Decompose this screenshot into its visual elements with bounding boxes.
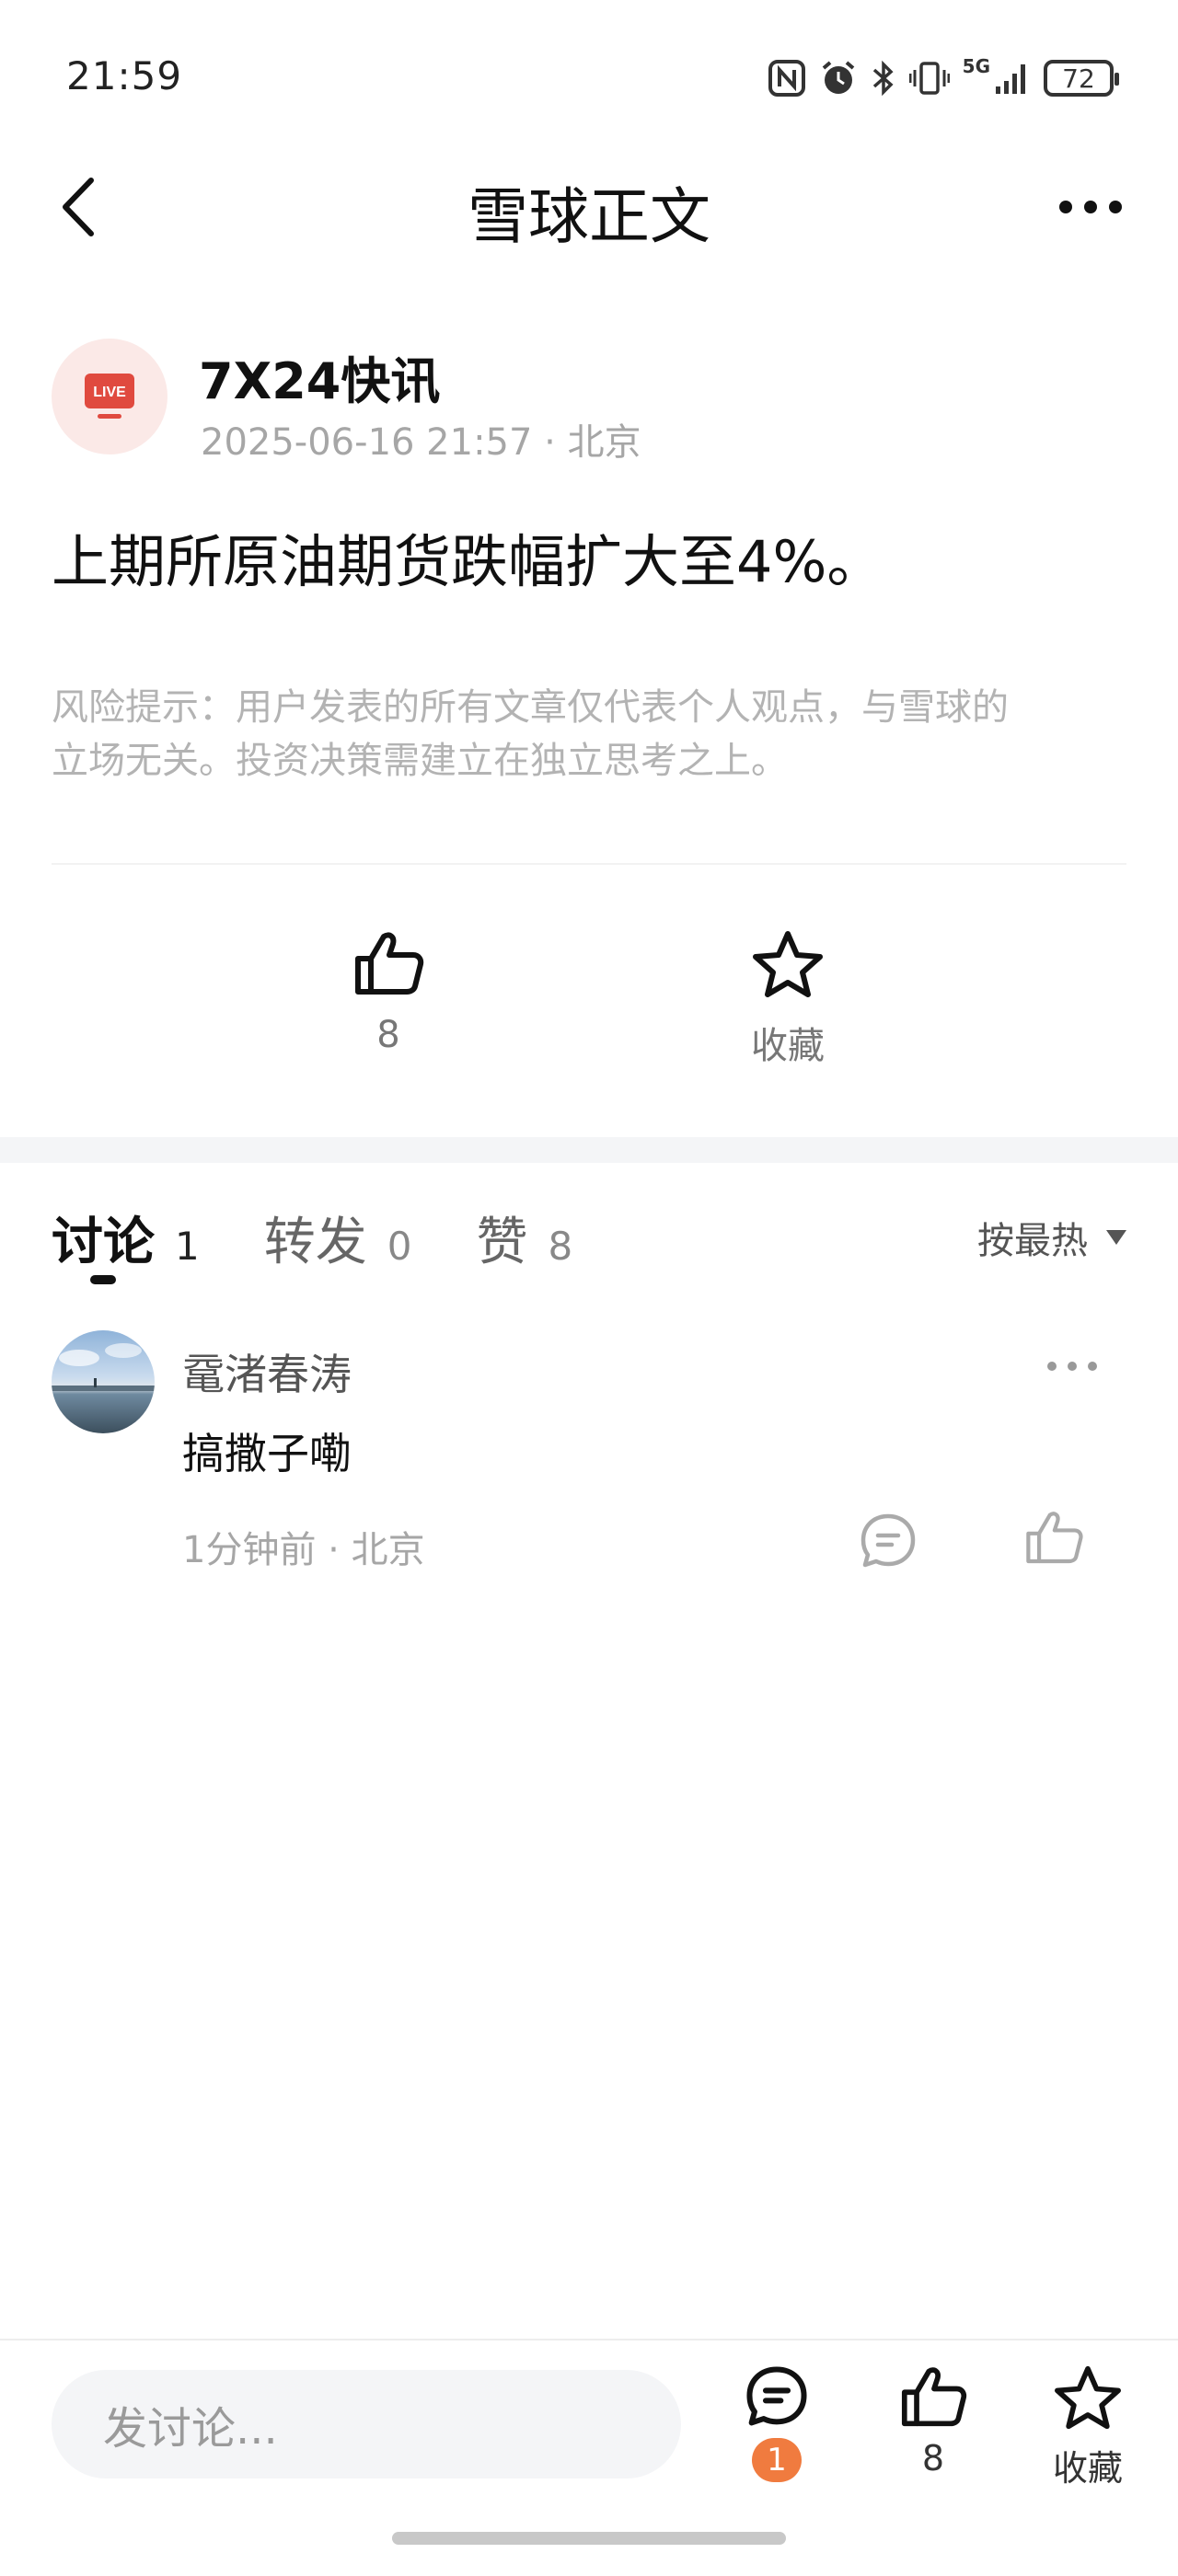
live-tv-icon: LIVE [85, 374, 134, 419]
sort-label: 按最热 [977, 1220, 1088, 1262]
tab-count: 1 [175, 1224, 200, 1269]
nfc-icon [768, 60, 805, 97]
tab-label: 讨论 [52, 1213, 155, 1272]
commenter-name[interactable]: 鼋渚春涛 [182, 1341, 352, 1402]
favorite-label: 收藏 [751, 1025, 825, 1067]
tab-label: 赞 [476, 1213, 528, 1272]
comments-button[interactable]: 1 [722, 2364, 832, 2482]
status-icons: 5G 72 [768, 55, 1119, 101]
tab-likes[interactable]: 赞 8 [476, 1201, 572, 1275]
sort-dropdown[interactable]: 按最热 [977, 1211, 1126, 1264]
section-separator [0, 1137, 1178, 1163]
like-count: 8 [921, 2438, 945, 2478]
comment-text: 搞撒子嘞 [182, 1429, 352, 1478]
favorite-bottom-button[interactable]: 收藏 [1033, 2364, 1143, 2490]
divider [52, 863, 1126, 865]
like-count: 8 [376, 1014, 400, 1056]
alarm-icon [822, 61, 854, 94]
comment-icon [860, 1513, 916, 1568]
more-horizontal-icon [1059, 201, 1122, 213]
thumbs-up-icon [355, 932, 424, 995]
post-datetime: 2025-06-16 21:57 [201, 421, 533, 464]
comment-like-button[interactable] [1022, 1505, 1086, 1570]
reply-button[interactable] [856, 1509, 920, 1573]
vibrate-icon [908, 62, 950, 95]
tab-indicator [90, 1275, 116, 1284]
tab-discussion[interactable]: 讨论 1 [52, 1201, 200, 1275]
bottom-bar-divider [0, 2339, 1178, 2340]
status-time: 21:59 [66, 53, 183, 98]
author-avatar[interactable]: LIVE [52, 339, 167, 454]
thumbs-up-icon [901, 2367, 967, 2427]
discussion-tabs: 讨论 1 转发 0 赞 8 [52, 1201, 637, 1274]
signal-label: 5G [962, 55, 990, 77]
more-horizontal-icon [1047, 1362, 1097, 1371]
triangle-down-icon [1106, 1230, 1126, 1245]
star-icon [753, 931, 823, 997]
discussion-input[interactable]: 发讨论... [52, 2370, 681, 2478]
page-title: 雪球正文 [468, 181, 710, 252]
meta-dot: · [328, 1529, 352, 1571]
like-bottom-button[interactable]: 8 [878, 2364, 988, 2478]
post-content: 上期所原油期货跌幅扩大至4%。 [52, 528, 884, 595]
comment-badge: 1 [752, 2438, 802, 2482]
commenter-avatar[interactable] [52, 1330, 155, 1433]
risk-line-1: 风险提示：用户发表的所有文章仅代表个人观点，与雪球的 [52, 686, 1009, 729]
favorite-action[interactable]: 收藏 [696, 929, 880, 1069]
live-label: LIVE [93, 385, 126, 400]
comment-meta: 1分钟前 · 北京 [182, 1520, 425, 1573]
author-name[interactable]: 7X24快讯 [199, 340, 440, 413]
star-icon [1055, 2365, 1121, 2430]
like-action[interactable]: 8 [296, 929, 480, 1056]
tab-label: 转发 [263, 1213, 367, 1272]
favorite-label: 收藏 [1052, 2448, 1123, 2489]
tab-repost[interactable]: 转发 0 [264, 1201, 412, 1275]
risk-notice: 风险提示：用户发表的所有文章仅代表个人观点，与雪球的 立场无关。投资决策需建立在… [52, 681, 1128, 788]
signal-icon [996, 64, 1025, 94]
battery-level: 72 [1062, 63, 1095, 94]
home-indicator[interactable] [392, 2532, 786, 2545]
tab-count: 8 [548, 1224, 573, 1269]
comment-time: 1分钟前 [182, 1529, 317, 1571]
meta-dot: · [544, 421, 568, 464]
thumbs-up-icon [1026, 1512, 1083, 1564]
battery-icon: 72 [1044, 60, 1119, 97]
more-button[interactable] [1049, 175, 1132, 239]
bluetooth-icon [872, 60, 894, 97]
post-meta: 2025-06-16 21:57 · 北京 [201, 412, 641, 466]
comment-location: 北京 [351, 1529, 425, 1571]
post-location: 北京 [567, 421, 641, 464]
comment-more-button[interactable] [1040, 1343, 1104, 1389]
risk-line-2: 立场无关。投资决策需建立在独立思考之上。 [52, 740, 788, 782]
comment-icon [746, 2366, 807, 2426]
tab-count: 0 [387, 1224, 412, 1269]
lake-photo [52, 1343, 155, 1391]
